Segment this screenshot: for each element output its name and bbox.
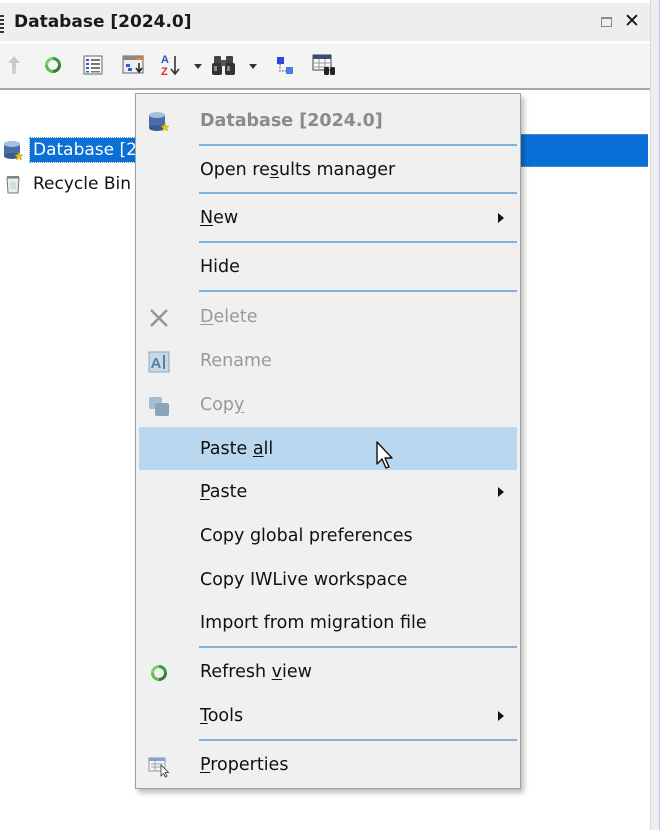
menu-item-open-results-manager[interactable]: Open results manager — [139, 150, 517, 190]
menu-header-label: Database [2024.0] — [200, 111, 383, 131]
tree-item-database[interactable]: Database [2 — [0, 136, 141, 164]
menu-item-label: Refresh view — [200, 662, 312, 682]
sort-dropdown-arrow[interactable] — [194, 64, 202, 69]
menu-item-hide[interactable]: Hide — [139, 247, 517, 287]
menu-item-delete[interactable]: Delete — [139, 297, 517, 337]
copy-icon — [147, 394, 171, 418]
menu-item-label: Properties — [200, 755, 289, 775]
database-icon — [147, 110, 171, 134]
panel-titlebar: Database [2024.0] ✕ — [0, 3, 650, 41]
menu-item-copy-iwlive-workspace[interactable]: Copy IWLive workspace — [139, 560, 517, 600]
tree-item-label: Database [2 — [29, 137, 141, 163]
menu-header: Database [2024.0] — [139, 101, 517, 141]
sort-az-icon: A Z — [161, 54, 180, 77]
sort-options-icon — [122, 55, 144, 74]
rename-icon: A — [147, 350, 171, 374]
toolbar: A Z — [0, 44, 650, 90]
menu-separator — [199, 192, 517, 194]
menu-item-label: New — [200, 208, 239, 228]
svg-text:Z: Z — [161, 66, 168, 77]
refresh-icon — [45, 57, 61, 73]
maximize-icon[interactable] — [601, 17, 612, 27]
up-arrow-icon — [8, 56, 20, 74]
menu-item-properties[interactable]: Properties — [139, 745, 517, 785]
menu-item-tools[interactable]: Tools — [139, 696, 517, 736]
menu-item-copy-global-preferences[interactable]: Copy global preferences — [139, 516, 517, 556]
submenu-arrow-icon — [498, 487, 504, 497]
find-dropdown-arrow[interactable] — [249, 64, 257, 69]
recycle-bin-icon — [2, 173, 24, 195]
tree-item-recycle-bin[interactable]: Recycle Bin — [0, 170, 134, 198]
menu-item-label: Copy — [200, 395, 245, 415]
database-icon — [2, 139, 24, 161]
menu-item-label: Rename — [200, 351, 272, 371]
svg-text:A: A — [161, 54, 169, 66]
menu-item-label: Open results manager — [200, 160, 396, 180]
binoculars-find-icon — [212, 56, 235, 75]
menu-item-label: Delete — [200, 307, 258, 327]
menu-item-label: Import from migration file — [200, 613, 427, 633]
menu-item-label: Hide — [200, 257, 240, 277]
list-view-icon — [83, 55, 103, 75]
sort-az-button[interactable]: A Z — [158, 52, 184, 78]
context-menu: Database [2024.0] Open results manager N… — [135, 93, 521, 789]
close-icon[interactable]: ✕ — [624, 11, 640, 31]
menu-item-import-migration-file[interactable]: Import from migration file — [139, 603, 517, 643]
menu-item-label: Paste all — [200, 438, 274, 459]
hierarchy-button[interactable] — [272, 52, 298, 78]
svg-text:A: A — [151, 355, 162, 372]
menu-separator — [199, 739, 517, 741]
sort-options-button[interactable] — [120, 52, 148, 78]
tree-item-label: Recycle Bin — [33, 174, 132, 194]
menu-item-label: Paste — [200, 482, 248, 502]
table-find-icon — [312, 54, 335, 75]
menu-item-refresh-view[interactable]: Refresh view — [139, 652, 517, 692]
menu-separator — [199, 241, 517, 243]
table-find-button[interactable] — [310, 52, 338, 78]
refresh-button[interactable] — [40, 52, 66, 78]
selection-highlight — [520, 134, 648, 167]
menu-item-label: Tools — [200, 706, 244, 726]
menu-separator — [199, 646, 517, 648]
menu-separator — [199, 290, 517, 292]
menu-item-paste[interactable]: Paste — [139, 472, 517, 512]
find-button[interactable] — [210, 52, 238, 78]
up-arrow-button[interactable] — [4, 52, 24, 78]
drag-grip-icon[interactable] — [0, 15, 4, 35]
refresh-icon — [147, 661, 171, 685]
menu-item-new[interactable]: New — [139, 198, 517, 238]
menu-item-paste-all[interactable]: Paste all — [139, 427, 517, 470]
menu-item-label: Copy IWLive workspace — [200, 570, 408, 590]
menu-item-copy[interactable]: Copy — [139, 385, 517, 425]
panel-title: Database [2024.0] — [14, 12, 192, 32]
tree-hierarchy-icon — [277, 57, 293, 74]
delete-x-icon — [147, 306, 171, 330]
panel-splitter[interactable] — [650, 0, 660, 830]
list-view-button[interactable] — [80, 52, 106, 78]
properties-icon — [147, 754, 171, 778]
menu-separator — [199, 144, 517, 146]
submenu-arrow-icon — [498, 213, 504, 223]
menu-item-rename[interactable]: A Rename — [139, 341, 517, 381]
submenu-arrow-icon — [498, 711, 504, 721]
menu-item-label: Copy global preferences — [200, 526, 413, 546]
